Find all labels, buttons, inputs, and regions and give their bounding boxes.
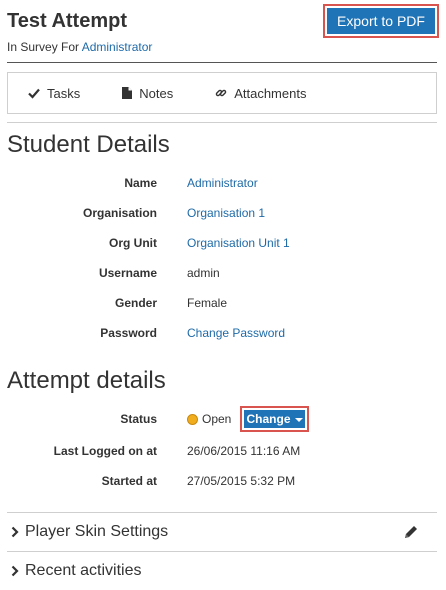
student-details-heading: Student Details: [7, 131, 170, 158]
tab-attachments[interactable]: Attachments: [215, 86, 306, 101]
detail-row-username: Username admin: [0, 264, 446, 284]
org-unit-link[interactable]: Organisation Unit 1: [187, 236, 290, 250]
pencil-icon[interactable]: [403, 524, 419, 540]
started-value: 27/05/2015 5:32 PM: [187, 474, 296, 488]
caret-down-icon: [294, 418, 303, 422]
detail-row-password: Password Change Password: [0, 324, 446, 344]
tab-attachments-label: Attachments: [234, 85, 307, 101]
detail-label: Organisation: [82, 206, 157, 220]
status-indicator-icon: [187, 414, 198, 425]
detail-label: Status: [120, 412, 157, 426]
detail-label: Org Unit: [109, 236, 157, 250]
status-value: Open: [202, 412, 232, 426]
student-name-link[interactable]: Administrator: [187, 176, 258, 190]
detail-label: Username: [98, 266, 157, 280]
detail-label: Name: [124, 176, 157, 190]
recent-activities-panel-title: Recent activities: [25, 562, 142, 579]
gender-value: Female: [187, 296, 228, 310]
change-password-link[interactable]: Change Password: [187, 326, 285, 340]
detail-row-gender: Gender Female: [0, 294, 446, 314]
detail-row-status: Status Open Change: [0, 406, 446, 432]
username-value: admin: [187, 266, 220, 280]
header-divider: [7, 62, 437, 63]
change-status-button[interactable]: Change: [240, 406, 309, 432]
tab-tasks-label: Tasks: [47, 85, 81, 101]
survey-owner-link[interactable]: Administrator: [82, 40, 153, 54]
export-pdf-button[interactable]: Export to PDF: [323, 4, 439, 38]
detail-label: Password: [100, 326, 157, 340]
document-icon: [122, 87, 133, 99]
recent-activities-panel-header[interactable]: Recent activities: [7, 552, 437, 590]
chevron-right-icon: [11, 526, 19, 538]
check-icon: [28, 88, 40, 99]
detail-row-org-unit: Org Unit Organisation Unit 1: [0, 234, 446, 254]
player-skin-panel-header[interactable]: Player Skin Settings: [7, 513, 437, 551]
detail-label: Last Logged on at: [53, 444, 157, 458]
change-status-inner: Change: [244, 410, 305, 428]
tabs-divider: [7, 122, 437, 123]
chevron-right-icon: [11, 565, 19, 577]
detail-row-last-logged: Last Logged on at 26/06/2015 11:16 AM: [0, 442, 446, 462]
detail-row-name: Name Administrator: [0, 174, 446, 194]
last-logged-value: 26/06/2015 11:16 AM: [187, 444, 301, 458]
page-title: Test Attempt: [7, 10, 127, 32]
detail-row-organisation: Organisation Organisation 1: [0, 204, 446, 224]
page-subtitle: In Survey For Administrator: [7, 40, 152, 54]
attempt-details-heading: Attempt details: [7, 367, 166, 394]
tab-notes-label: Notes: [139, 85, 174, 101]
attempt-tabs: Tasks Notes Attachments: [7, 72, 437, 114]
tab-notes[interactable]: Notes: [122, 86, 173, 101]
detail-label: Gender: [114, 296, 157, 310]
subtitle-prefix: In Survey For: [7, 40, 80, 54]
organisation-link[interactable]: Organisation 1: [187, 206, 265, 220]
tab-tasks[interactable]: Tasks: [28, 86, 80, 101]
change-status-label: Change: [246, 412, 291, 426]
export-pdf-label: Export to PDF: [327, 8, 435, 34]
link-icon: [215, 89, 227, 97]
detail-label: Started at: [101, 474, 157, 488]
page-header: Test Attempt In Survey For Administrator…: [0, 0, 446, 60]
detail-row-started: Started at 27/05/2015 5:32 PM: [0, 472, 446, 492]
player-skin-panel-title: Player Skin Settings: [25, 523, 169, 540]
